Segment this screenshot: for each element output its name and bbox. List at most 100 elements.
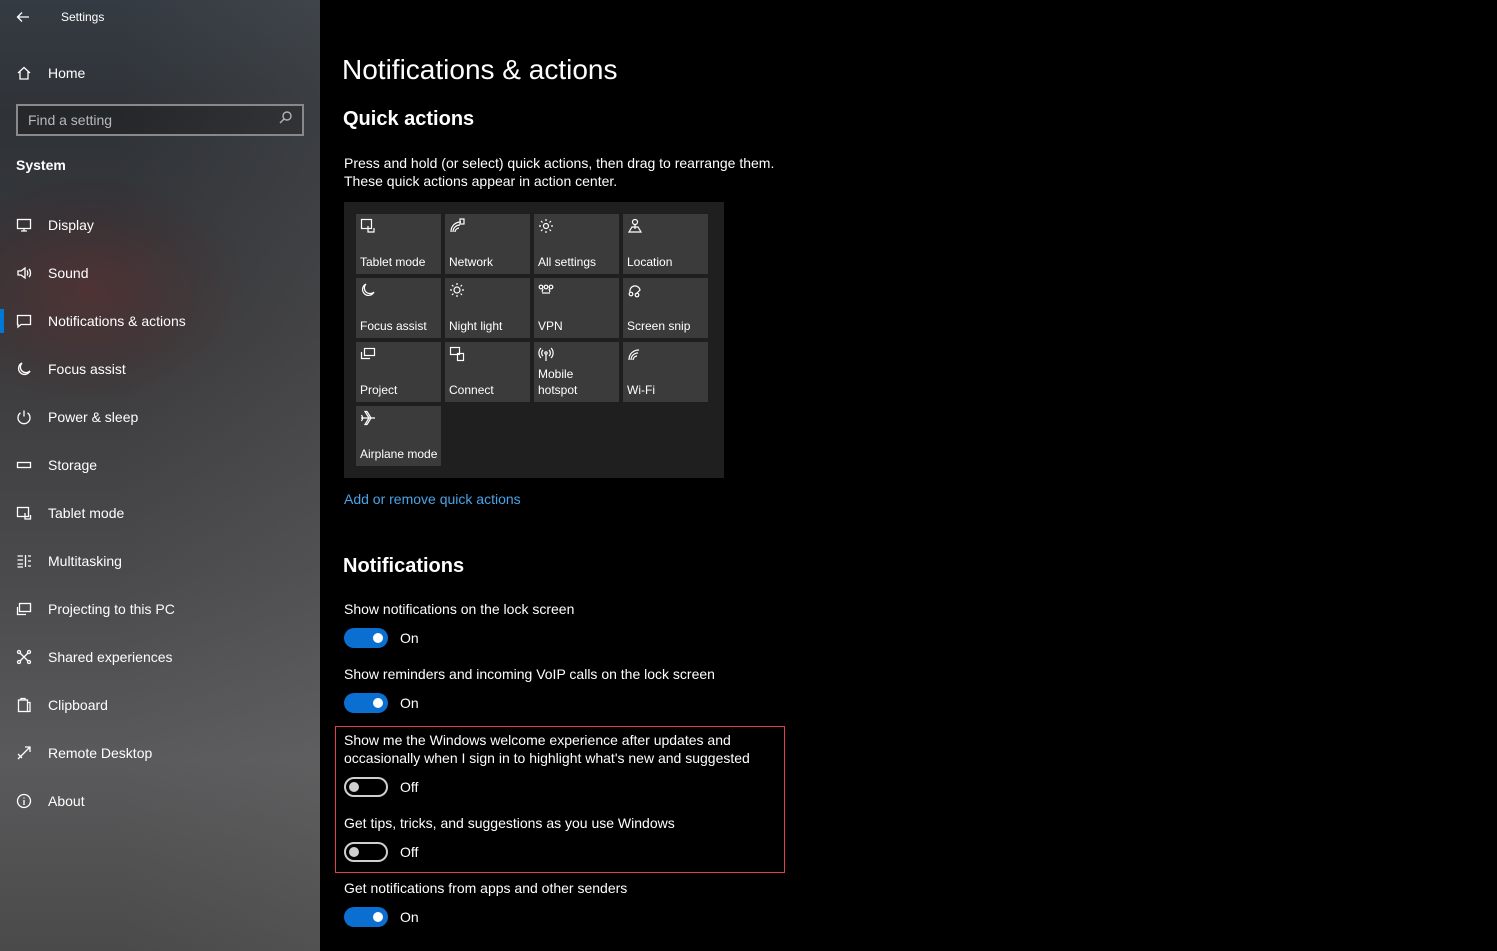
power-icon xyxy=(0,409,48,425)
toggle-knob xyxy=(373,698,383,708)
sidebar-item-label: Notifications & actions xyxy=(48,313,186,329)
quick-action-airplane-mode[interactable]: Airplane mode xyxy=(356,406,441,466)
toggle-row-app-notifications: On xyxy=(344,907,419,927)
multitasking-icon xyxy=(0,553,48,569)
toggle-welcome-experience[interactable] xyxy=(344,777,388,797)
quick-action-label: Wi-Fi xyxy=(627,383,655,397)
quick-action-label: All settings xyxy=(538,255,597,269)
setting-label-tips: Get tips, tricks, and suggestions as you… xyxy=(344,815,675,831)
toggle-state-label: On xyxy=(400,630,419,646)
hotspot-icon xyxy=(538,346,554,362)
toggle-knob xyxy=(373,633,383,643)
sidebar-item-clipboard[interactable]: Clipboard xyxy=(0,681,320,729)
search-input[interactable] xyxy=(28,112,258,128)
quick-action-connect[interactable]: Connect xyxy=(445,342,530,402)
back-arrow-icon xyxy=(16,12,29,22)
sidebar-item-multitasking[interactable]: Multitasking xyxy=(0,537,320,585)
quick-action-label: Mobile hotspot xyxy=(538,367,578,397)
sidebar-item-label: Storage xyxy=(48,457,98,473)
sound-icon xyxy=(0,265,48,281)
sidebar-item-power-sleep[interactable]: Power & sleep xyxy=(0,393,320,441)
sidebar-item-label: Sound xyxy=(48,265,89,281)
quick-action-focus-assist[interactable]: Focus assist xyxy=(356,278,441,338)
quick-action-location[interactable]: Location xyxy=(623,214,708,274)
sidebar-item-shared-experiences[interactable]: Shared experiences xyxy=(0,633,320,681)
quick-action-wifi[interactable]: Wi-Fi xyxy=(623,342,708,402)
toggle-knob xyxy=(349,847,359,857)
vpn-icon xyxy=(538,282,554,298)
wifi-icon xyxy=(627,346,643,362)
sidebar-item-storage[interactable]: Storage xyxy=(0,441,320,489)
sidebar-item-label: Focus assist xyxy=(48,361,126,377)
sidebar-nav: Display Sound Notifications & actions Fo… xyxy=(0,201,320,825)
location-icon xyxy=(627,218,643,234)
quick-action-label: Network xyxy=(449,255,494,269)
remote-desktop-icon xyxy=(0,745,48,761)
quick-action-label: Location xyxy=(627,255,673,269)
back-button[interactable] xyxy=(0,0,46,34)
sidebar-item-label: About xyxy=(48,793,85,809)
search-box[interactable] xyxy=(16,104,304,136)
sidebar-item-tablet-mode[interactable]: Tablet mode xyxy=(0,489,320,537)
search-icon[interactable] xyxy=(279,111,292,129)
quick-action-night-light[interactable]: Night light xyxy=(445,278,530,338)
connect-icon xyxy=(449,346,465,362)
quick-actions-panel: Tablet mode Network All settings Locatio… xyxy=(344,202,724,478)
info-icon xyxy=(0,793,48,809)
quick-actions-description: Press and hold (or select) quick actions… xyxy=(344,154,774,190)
quick-action-project[interactable]: Project xyxy=(356,342,441,402)
quick-action-label: Focus assist xyxy=(360,319,427,333)
sun-icon xyxy=(449,282,465,298)
quick-action-network[interactable]: Network xyxy=(445,214,530,274)
setting-label-welcome-experience: Show me the Windows welcome experience a… xyxy=(344,731,750,767)
sidebar-item-home[interactable]: Home xyxy=(0,58,320,88)
quick-action-mobile-hotspot[interactable]: Mobile hotspot xyxy=(534,342,619,402)
quick-action-label: Screen snip xyxy=(627,319,691,333)
setting-label-app-notifications: Get notifications from apps and other se… xyxy=(344,880,628,896)
sidebar-item-label: Power & sleep xyxy=(48,409,139,425)
toggle-state-label: Off xyxy=(400,779,419,795)
display-icon xyxy=(0,217,48,233)
toggle-lock-screen-notifications[interactable] xyxy=(344,628,388,648)
moon-icon xyxy=(0,361,48,377)
sidebar-item-focus-assist[interactable]: Focus assist xyxy=(0,345,320,393)
add-remove-quick-actions-link[interactable]: Add or remove quick actions xyxy=(344,491,521,507)
sidebar-item-label: Tablet mode xyxy=(48,505,125,521)
toggle-state-label: On xyxy=(400,909,419,925)
sidebar-item-display[interactable]: Display xyxy=(0,201,320,249)
quick-action-label: VPN xyxy=(538,319,563,333)
quick-action-tablet-mode[interactable]: Tablet mode xyxy=(356,214,441,274)
toggle-state-label: Off xyxy=(400,844,419,860)
setting-label-line: occasionally when I sign in to highlight… xyxy=(344,750,750,766)
gear-icon xyxy=(538,218,554,234)
sidebar-item-sound[interactable]: Sound xyxy=(0,249,320,297)
moon-icon xyxy=(360,282,376,298)
toggle-tips-suggestions[interactable] xyxy=(344,842,388,862)
tablet-mode-icon xyxy=(360,218,376,234)
sidebar-item-label: Projecting to this PC xyxy=(48,601,175,617)
quick-action-all-settings[interactable]: All settings xyxy=(534,214,619,274)
sidebar-item-label: Multitasking xyxy=(48,553,122,569)
toggle-app-notifications[interactable] xyxy=(344,907,388,927)
section-label-system: System xyxy=(16,157,66,173)
toggle-knob xyxy=(349,782,359,792)
sidebar-item-notifications[interactable]: Notifications & actions xyxy=(0,297,320,345)
sidebar-item-remote-desktop[interactable]: Remote Desktop xyxy=(0,729,320,777)
airplane-icon xyxy=(360,410,376,426)
quick-action-vpn[interactable]: VPN xyxy=(534,278,619,338)
toggle-reminders-voip[interactable] xyxy=(344,693,388,713)
toggle-row-voip: On xyxy=(344,693,419,713)
page-title: Notifications & actions xyxy=(342,54,618,85)
tablet-mode-icon xyxy=(0,505,48,521)
quick-action-screen-snip[interactable]: Screen snip xyxy=(623,278,708,338)
main-content: Notifications & actions Quick actions Pr… xyxy=(320,0,1497,951)
title-bar: Settings xyxy=(0,0,320,34)
home-icon xyxy=(0,65,48,81)
notifications-heading: Notifications xyxy=(343,555,465,577)
setting-label-line: Show me the Windows welcome experience a… xyxy=(344,732,731,748)
setting-label-voip: Show reminders and incoming VoIP calls o… xyxy=(344,666,715,682)
sidebar-item-label: Clipboard xyxy=(48,697,108,713)
sidebar-item-about[interactable]: About xyxy=(0,777,320,825)
storage-icon xyxy=(0,457,48,473)
sidebar-item-projecting[interactable]: Projecting to this PC xyxy=(0,585,320,633)
